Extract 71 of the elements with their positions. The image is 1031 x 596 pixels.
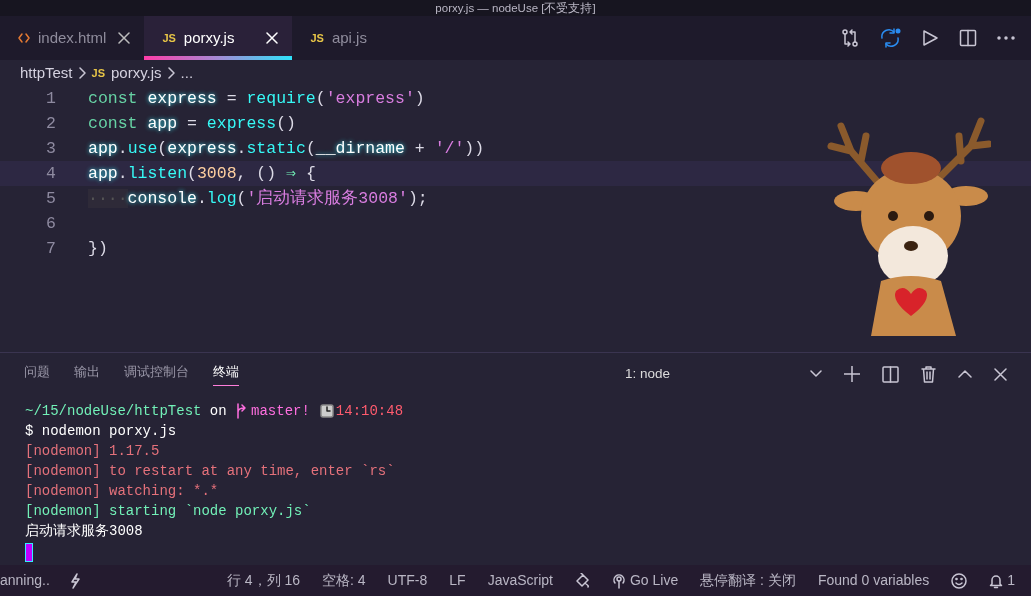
terminal-text: 启动请求服务3008 <box>25 522 143 541</box>
trash-icon[interactable] <box>921 365 936 383</box>
sync-icon[interactable] <box>879 28 901 48</box>
window-title: porxy.js — nodeUse [不受支持] <box>435 2 596 14</box>
breadcrumb-item[interactable]: httpTest <box>20 61 73 85</box>
code-line: ····console.log('启动请求服务3008'); <box>88 187 428 210</box>
split-editor-icon[interactable] <box>959 29 977 47</box>
terminal-text: [nodemon] to restart at any time, enter `rs` <box>25 462 395 481</box>
panel-tab[interactable]: 问题 <box>24 361 50 387</box>
close-icon[interactable] <box>118 32 131 44</box>
terminal-text: [nodemon] starting `node porxy.js` <box>25 502 311 521</box>
status-item[interactable]: UTF-8 <box>387 570 428 591</box>
editor-tab[interactable]: JS api.js <box>292 16 397 60</box>
status-item[interactable]: Found 0 variables <box>817 570 930 591</box>
plus-icon[interactable] <box>844 366 860 382</box>
chevron-down-icon[interactable] <box>810 370 822 378</box>
terminal-text: [nodemon] watching: *.* <box>25 482 219 501</box>
line-number: 3 <box>45 138 56 160</box>
line-number: 4 <box>45 163 56 185</box>
terminal-text: ~/15/nodeUse/httpTest <box>25 402 202 421</box>
chevron-right-icon <box>78 67 86 79</box>
code-brackets-icon <box>18 32 30 44</box>
brush-icon[interactable] <box>575 573 590 588</box>
status-item[interactable]: 悬停翻译 : 关闭 <box>700 570 796 591</box>
branch-icon <box>235 403 248 419</box>
bell-icon <box>989 572 1004 589</box>
terminal-text: $ nodemon porxy.js <box>25 422 177 441</box>
more-icon[interactable] <box>997 36 1015 40</box>
clock-icon <box>319 404 334 418</box>
compare-changes-icon[interactable] <box>841 29 859 47</box>
status-item[interactable]: 行 4，列 16 <box>226 570 301 591</box>
line-number: 5 <box>45 188 56 210</box>
panel-tab[interactable]: 输出 <box>74 361 100 387</box>
panel-tab[interactable]: 终端 <box>213 361 239 387</box>
lightning-icon[interactable] <box>69 572 80 589</box>
terminal-select[interactable]: 1: node <box>624 363 670 385</box>
breadcrumb-item[interactable]: porxy.js <box>111 61 162 85</box>
line-number: 7 <box>45 238 56 260</box>
chevron-right-icon <box>167 67 175 79</box>
line-number: 6 <box>45 213 56 235</box>
terminal-text: [nodemon] 1.17.5 <box>25 442 160 461</box>
js-file-icon: JS <box>162 29 176 47</box>
status-item[interactable]: JavaScript <box>487 570 553 591</box>
terminal-text: 14:10:48 <box>335 402 404 421</box>
breadcrumb-item[interactable]: ... <box>180 61 194 85</box>
js-file-icon: JS <box>91 64 105 82</box>
status-item[interactable]: LF <box>449 570 466 591</box>
split-terminal-icon[interactable] <box>882 365 899 383</box>
notifications-button[interactable]: 1 <box>989 570 1015 591</box>
panel-tab[interactable]: 调试控制台 <box>124 361 189 387</box>
close-icon[interactable] <box>994 367 1007 381</box>
js-file-icon: JS <box>310 29 324 47</box>
status-item[interactable]: 空格: 4 <box>322 570 366 591</box>
broadcast-icon <box>612 572 626 589</box>
line-number: 2 <box>45 113 56 135</box>
status-item[interactable]: anning.. <box>0 570 50 591</box>
editor-tab[interactable]: JS porxy.js <box>144 16 293 60</box>
terminal-cursor <box>25 543 33 562</box>
code-line: const app = express() <box>88 113 296 135</box>
code-line: }) <box>88 238 108 260</box>
smiley-icon[interactable] <box>951 572 968 589</box>
terminal-text: master! <box>251 402 310 421</box>
code-line: app.use(express.static(__dirname + '/')) <box>88 138 485 160</box>
chevron-up-icon[interactable] <box>958 370 972 378</box>
code-line: app.listen(3008, () ⇒ { <box>88 163 316 185</box>
line-number: 1 <box>45 88 56 110</box>
code-line: const express = require('express') <box>88 88 425 110</box>
editor-tab[interactable]: index.html <box>0 16 145 60</box>
terminal-text: on <box>208 402 228 421</box>
play-icon[interactable] <box>921 29 939 47</box>
go-live-button[interactable]: Go Live <box>612 570 679 591</box>
